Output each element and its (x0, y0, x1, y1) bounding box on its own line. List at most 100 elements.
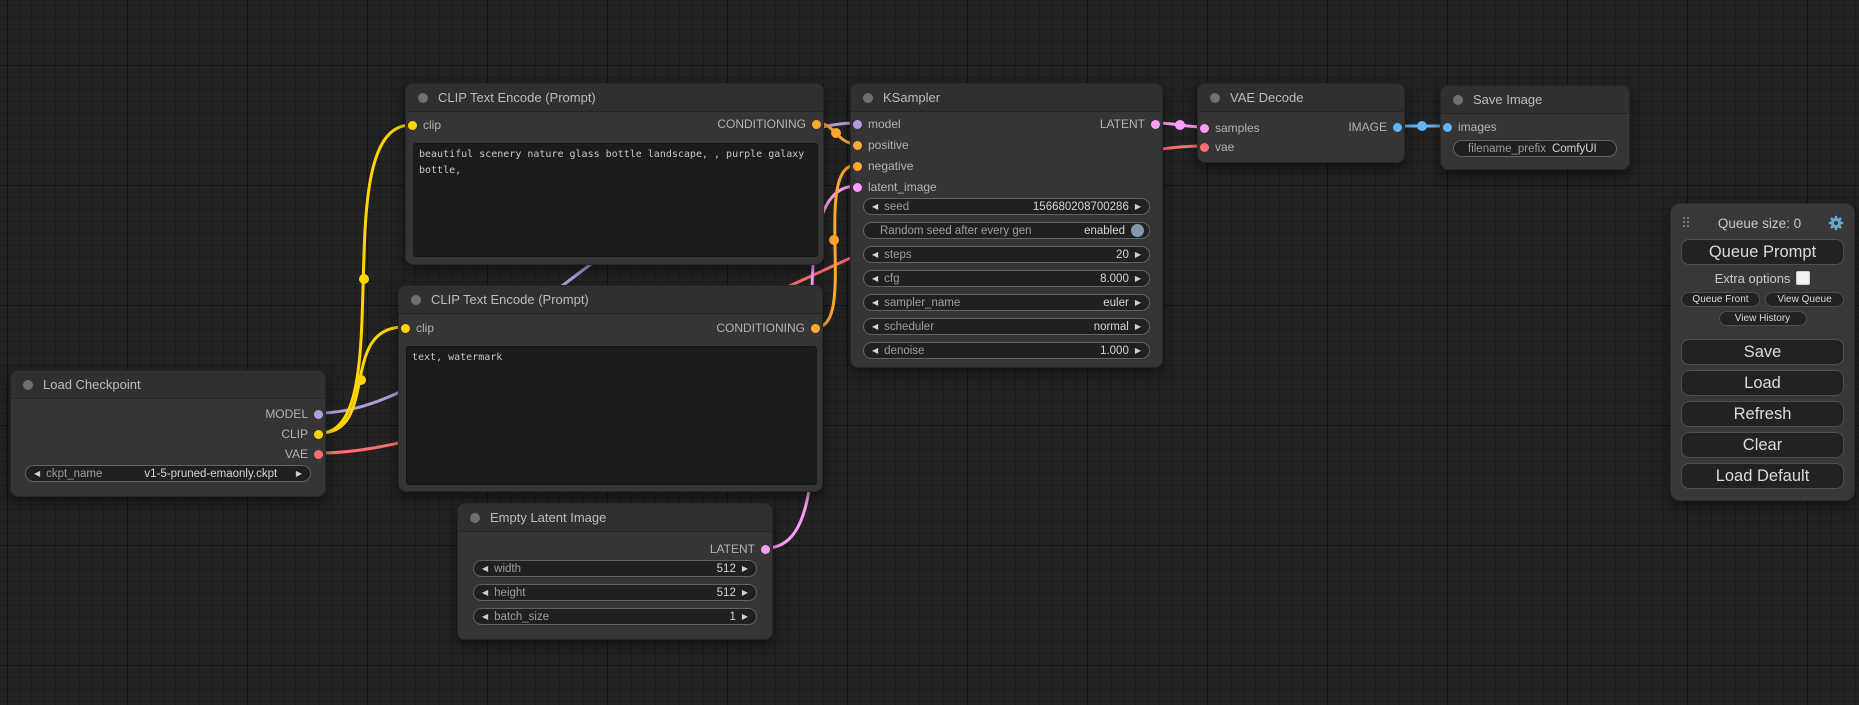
sampler-name-widget[interactable]: sampler_name euler (863, 294, 1150, 311)
node-ksampler[interactable]: KSampler model positive negative latent_… (850, 83, 1163, 368)
port-dot-conditioning[interactable] (853, 141, 862, 150)
input-positive[interactable]: positive (851, 136, 909, 154)
scheduler-widget[interactable]: scheduler normal (863, 318, 1150, 335)
collapse-dot-icon[interactable] (418, 93, 428, 103)
load-button[interactable]: Load (1681, 370, 1844, 396)
input-vae[interactable]: vae (1198, 138, 1234, 156)
decrement-arrow-icon[interactable] (872, 203, 878, 211)
node-titlebar[interactable]: CLIP Text Encode (Prompt) (406, 84, 823, 112)
width-widget[interactable]: width 512 (473, 560, 757, 577)
settings-gear-icon[interactable] (1828, 215, 1844, 231)
seed-widget[interactable]: seed 156680208700286 (863, 198, 1150, 215)
node-vae-decode[interactable]: VAE Decode samples vae IMAGE (1197, 83, 1405, 163)
queue-prompt-button[interactable]: Queue Prompt (1681, 239, 1844, 265)
port-dot-latent[interactable] (1200, 124, 1209, 133)
decrement-arrow-icon[interactable] (872, 275, 878, 283)
collapse-dot-icon[interactable] (23, 380, 33, 390)
clear-button[interactable]: Clear (1681, 432, 1844, 458)
node-clip-text-encode-positive[interactable]: CLIP Text Encode (Prompt) clip CONDITION… (405, 83, 824, 265)
prompt-textarea[interactable]: beautiful scenery nature glass bottle la… (413, 143, 818, 257)
view-history-button[interactable]: View History (1719, 311, 1807, 326)
increment-arrow-icon[interactable] (742, 589, 748, 597)
batch-size-widget[interactable]: batch_size 1 (473, 608, 757, 625)
node-clip-text-encode-negative[interactable]: CLIP Text Encode (Prompt) clip CONDITION… (398, 285, 823, 492)
node-titlebar[interactable]: KSampler (851, 84, 1162, 112)
node-load-checkpoint[interactable]: Load Checkpoint MODEL CLIP VAE ckpt_name… (10, 370, 326, 497)
collapse-dot-icon[interactable] (1453, 95, 1463, 105)
prompt-textarea[interactable]: text, watermark (406, 346, 817, 485)
increment-arrow-icon[interactable] (1135, 275, 1141, 283)
collapse-dot-icon[interactable] (1210, 93, 1220, 103)
increment-arrow-icon[interactable] (1135, 299, 1141, 307)
input-clip[interactable]: clip (406, 116, 441, 134)
port-dot-image[interactable] (1393, 123, 1402, 132)
port-dot-clip[interactable] (401, 324, 410, 333)
steps-widget[interactable]: steps 20 (863, 246, 1150, 263)
drag-handle-icon[interactable] (1683, 217, 1691, 229)
decrement-arrow-icon[interactable] (872, 323, 878, 331)
input-images[interactable]: images (1441, 118, 1497, 136)
cfg-widget[interactable]: cfg 8.000 (863, 270, 1150, 287)
extra-options-checkbox[interactable] (1796, 271, 1810, 285)
port-dot-model[interactable] (853, 120, 862, 129)
decrement-arrow-icon[interactable] (34, 470, 40, 478)
filename-prefix-widget[interactable]: filename_prefix ComfyUI (1453, 140, 1617, 157)
output-image[interactable]: IMAGE (1348, 118, 1404, 136)
input-model[interactable]: model (851, 115, 901, 133)
node-titlebar[interactable]: Load Checkpoint (11, 371, 325, 399)
toggle-knob-icon[interactable] (1131, 224, 1144, 237)
node-titlebar[interactable]: Save Image (1441, 86, 1629, 114)
decrement-arrow-icon[interactable] (872, 251, 878, 259)
port-dot-conditioning[interactable] (812, 120, 821, 129)
port-dot-conditioning[interactable] (853, 162, 862, 171)
decrement-arrow-icon[interactable] (872, 347, 878, 355)
port-dot-latent[interactable] (761, 545, 770, 554)
output-conditioning[interactable]: CONDITIONING (716, 319, 822, 337)
node-graph-canvas[interactable]: Load Checkpoint MODEL CLIP VAE ckpt_name… (0, 0, 1859, 705)
input-clip[interactable]: clip (399, 319, 434, 337)
view-queue-button[interactable]: View Queue (1765, 292, 1844, 307)
port-dot-latent[interactable] (1151, 120, 1160, 129)
port-dot-image[interactable] (1443, 123, 1452, 132)
height-widget[interactable]: height 512 (473, 584, 757, 601)
queue-front-button[interactable]: Queue Front (1681, 292, 1760, 307)
node-titlebar[interactable]: Empty Latent Image (458, 504, 772, 532)
increment-arrow-icon[interactable] (296, 470, 302, 478)
collapse-dot-icon[interactable] (411, 295, 421, 305)
output-clip[interactable]: CLIP (281, 425, 325, 443)
refresh-button[interactable]: Refresh (1681, 401, 1844, 427)
port-dot-clip[interactable] (408, 121, 417, 130)
input-negative[interactable]: negative (851, 157, 913, 175)
input-samples[interactable]: samples (1198, 119, 1260, 137)
port-dot-vae[interactable] (314, 450, 323, 459)
increment-arrow-icon[interactable] (1135, 347, 1141, 355)
increment-arrow-icon[interactable] (742, 613, 748, 621)
ckpt-name-widget[interactable]: ckpt_name v1-5-pruned-emaonly.ckpt (25, 465, 311, 482)
port-dot-model[interactable] (314, 410, 323, 419)
node-titlebar[interactable]: VAE Decode (1198, 84, 1404, 112)
decrement-arrow-icon[interactable] (482, 613, 488, 621)
collapse-dot-icon[interactable] (863, 93, 873, 103)
save-button[interactable]: Save (1681, 339, 1844, 365)
node-empty-latent-image[interactable]: Empty Latent Image LATENT width 512 heig… (457, 503, 773, 640)
port-dot-latent[interactable] (853, 183, 862, 192)
increment-arrow-icon[interactable] (1135, 323, 1141, 331)
decrement-arrow-icon[interactable] (872, 299, 878, 307)
output-model[interactable]: MODEL (265, 405, 325, 423)
load-default-button[interactable]: Load Default (1681, 463, 1844, 489)
increment-arrow-icon[interactable] (1135, 203, 1141, 211)
node-save-image[interactable]: Save Image images filename_prefix ComfyU… (1440, 85, 1630, 170)
random-seed-toggle-widget[interactable]: Random seed after every gen enabled (863, 222, 1150, 239)
decrement-arrow-icon[interactable] (482, 589, 488, 597)
output-latent[interactable]: LATENT (1100, 115, 1162, 133)
port-dot-conditioning[interactable] (811, 324, 820, 333)
port-dot-vae[interactable] (1200, 143, 1209, 152)
collapse-dot-icon[interactable] (470, 513, 480, 523)
port-dot-clip[interactable] (314, 430, 323, 439)
denoise-widget[interactable]: denoise 1.000 (863, 342, 1150, 359)
output-vae[interactable]: VAE (285, 445, 325, 463)
input-latent-image[interactable]: latent_image (851, 178, 937, 196)
decrement-arrow-icon[interactable] (482, 565, 488, 573)
output-latent[interactable]: LATENT (710, 540, 772, 558)
node-titlebar[interactable]: CLIP Text Encode (Prompt) (399, 286, 822, 314)
